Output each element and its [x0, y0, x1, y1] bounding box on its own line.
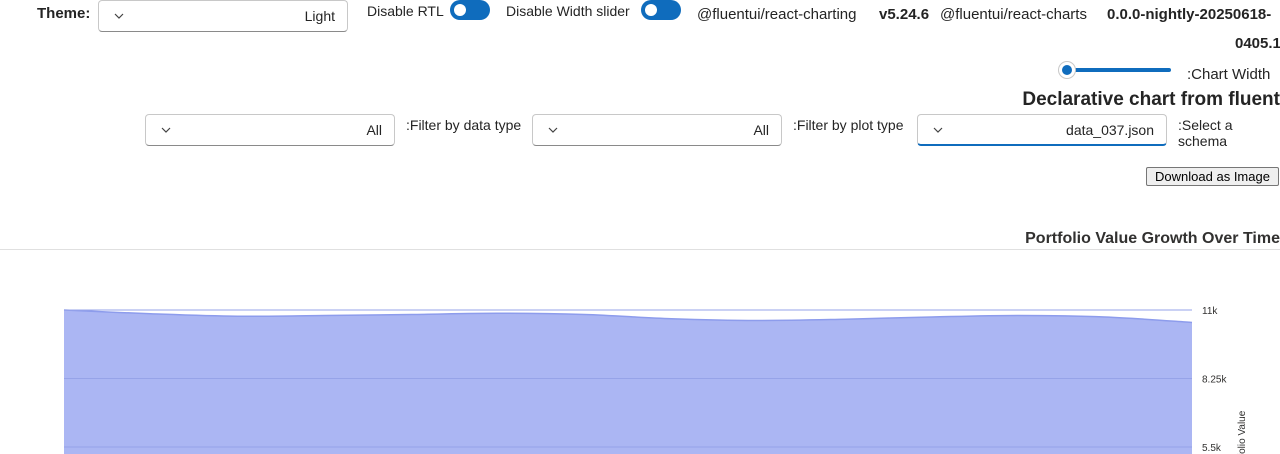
data-type-dropdown[interactable]: All [145, 114, 395, 146]
theme-label: Theme: [37, 5, 91, 22]
toggle-knob [454, 4, 466, 16]
disable-rtl-toggle[interactable] [450, 0, 490, 20]
y-axis-ticks: 11k 8.25k 5.5k [1202, 306, 1227, 454]
y-tick-label: 8.25k [1202, 375, 1227, 386]
page-heading: Declarative chart from fluent [1022, 89, 1280, 110]
pkg-charts-name: @fluentui/react-charts [940, 6, 1087, 23]
chevron-down-icon [161, 127, 171, 133]
chart-width-label: :Chart Width [1187, 66, 1271, 83]
plot-type-filter-label: :Filter by plot type [793, 117, 904, 133]
pkg-charts-version-line1: 0.0.0-nightly-20250618- [1107, 6, 1272, 23]
y-tick-label: 11k [1202, 306, 1218, 317]
data-type-filter-label: :Filter by data type [406, 117, 522, 133]
theme-dropdown[interactable]: Light [98, 0, 348, 32]
pkg-charting-name: @fluentui/react-charting [697, 6, 857, 23]
y-axis-label: Portfolio Value [1237, 410, 1248, 454]
chevron-down-icon [114, 13, 124, 19]
theme-dropdown-value: Light [304, 8, 335, 24]
y-tick-label: 5.5k [1202, 443, 1222, 454]
toggle-knob [645, 4, 657, 16]
data-type-dropdown-value: All [366, 122, 382, 138]
area-series-fill [64, 310, 1192, 454]
pkg-charts-version-line2: 0405.1 [1235, 35, 1280, 52]
disable-rtl-label: Disable RTL [367, 3, 444, 19]
plot-type-dropdown-value: All [753, 122, 769, 138]
chevron-down-icon [548, 127, 558, 133]
schema-dropdown[interactable]: data_037.json [917, 114, 1167, 146]
chart-title: Portfolio Value Growth Over Time [1025, 230, 1280, 247]
download-as-image-button[interactable]: Download as Image [1146, 167, 1279, 186]
schema-dropdown-value: data_037.json [1066, 121, 1154, 138]
disable-width-slider-toggle[interactable] [641, 0, 681, 20]
plot-type-dropdown[interactable]: All [532, 114, 782, 146]
disable-width-slider-label: Disable Width slider [506, 3, 630, 19]
pkg-charting-version: v5.24.6 [879, 6, 930, 23]
chart-width-slider-thumb[interactable] [1058, 61, 1076, 79]
chevron-down-icon [933, 127, 943, 133]
area-chart: 11k 8.25k 5.5k Portfolio Value [63, 306, 1248, 454]
schema-select-label: :Select a schema [1178, 117, 1233, 149]
chart-width-slider-track[interactable] [1067, 68, 1171, 72]
